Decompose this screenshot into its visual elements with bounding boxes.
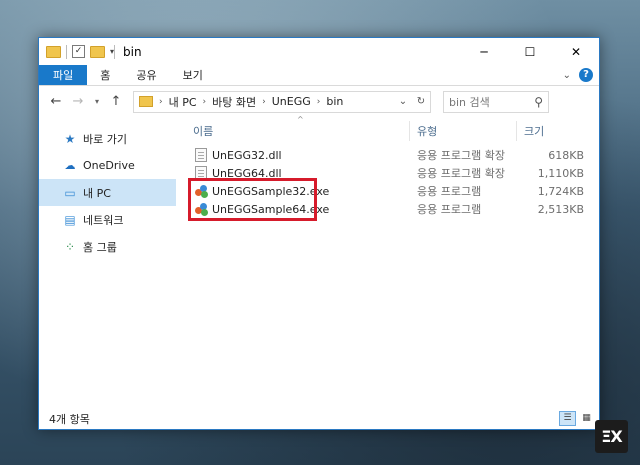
recent-locations-icon[interactable]: ▾ — [91, 97, 103, 106]
dll-icon — [195, 148, 207, 162]
quick-access-toolbar: ✓ ▾ — [39, 44, 114, 59]
network-icon: ▤ — [64, 212, 76, 227]
toolbar-divider — [66, 44, 67, 59]
expand-ribbon-icon[interactable]: ⌄ — [563, 70, 571, 81]
address-actions: ⌄ ↻ — [394, 92, 430, 112]
pc-icon: ▭ — [64, 185, 76, 200]
sidebar-item-label: 네트워크 — [83, 213, 124, 227]
column-header-row: ^ 이름 유형 크기 — [179, 115, 599, 143]
sidebar-item-homegroup[interactable]: ⁘ 홈 그룹 — [39, 233, 179, 260]
properties-icon[interactable]: ✓ — [72, 45, 85, 58]
star-icon: ★ — [64, 131, 76, 146]
column-header-name[interactable]: 이름 — [193, 123, 213, 139]
item-count: 4개 항목 — [49, 412, 90, 426]
search-icon[interactable]: ⚲ — [534, 95, 543, 109]
file-row[interactable]: UnEGG32.dll 응용 프로그램 확장 618KB — [179, 146, 599, 164]
address-bar[interactable]: › 내 PC › 바탕 화면 › UnEGG › bin ⌄ ↻ — [133, 90, 431, 113]
file-size: 2,513KB — [537, 202, 584, 216]
column-divider[interactable] — [409, 121, 410, 141]
homegroup-icon: ⁘ — [64, 239, 76, 254]
file-size: 618KB — [548, 148, 584, 162]
title-bar: ✓ ▾ bin ─ ☐ ✕ — [39, 38, 599, 65]
window-title: bin — [123, 44, 142, 59]
chevron-right-icon[interactable]: › — [317, 97, 321, 107]
chevron-right-icon[interactable]: › — [203, 97, 207, 107]
details-view-icon[interactable]: ☰ — [559, 411, 576, 426]
sidebar-item-quick-access[interactable]: ★ 바로 가기 — [39, 125, 179, 152]
breadcrumb-desktop[interactable]: 바탕 화면 — [212, 94, 256, 110]
address-folder-icon — [139, 96, 153, 107]
tab-home[interactable]: 홈 — [87, 65, 123, 85]
file-size: 1,110KB — [537, 166, 584, 180]
address-dropdown-icon[interactable]: ⌄ — [394, 96, 412, 107]
forward-button[interactable]: → — [69, 94, 87, 109]
chevron-right-icon[interactable]: › — [262, 97, 266, 107]
column-divider[interactable] — [516, 121, 517, 141]
breadcrumb-bin[interactable]: bin — [326, 95, 343, 108]
refresh-icon[interactable]: ↻ — [412, 96, 430, 107]
search-input[interactable]: bin 검색 ⚲ — [443, 90, 549, 113]
column-header-type[interactable]: 유형 — [417, 123, 437, 139]
title-divider — [114, 44, 116, 59]
sidebar-item-label: 내 PC — [83, 186, 111, 200]
chevron-right-icon[interactable]: › — [159, 97, 163, 107]
content-area: ★ 바로 가기 ☁ OneDrive ▭ 내 PC ▤ 네트워크 ⁘ 홈 그룹 — [39, 115, 599, 408]
sidebar-item-this-pc[interactable]: ▭ 내 PC — [39, 179, 176, 206]
large-icons-view-icon[interactable]: ▦ — [578, 411, 595, 426]
file-type: 응용 프로그램 — [417, 185, 482, 198]
file-type: 응용 프로그램 — [417, 203, 482, 216]
folder-icon — [46, 45, 61, 58]
status-bar: 4개 항목 ☰ ▦ — [39, 408, 599, 429]
sidebar-item-label: 홈 그룹 — [83, 240, 117, 254]
watermark-logo: ΞX — [595, 420, 628, 453]
cloud-icon: ☁ — [64, 159, 76, 172]
window-controls: ─ ☐ ✕ — [461, 38, 599, 65]
ribbon-tabs: 파일 홈 공유 보기 ⌄ ? — [39, 65, 599, 86]
close-button[interactable]: ✕ — [553, 38, 599, 65]
sidebar-item-label: OneDrive — [83, 159, 135, 172]
sidebar-item-label: 바로 가기 — [83, 132, 127, 146]
file-type: 응용 프로그램 확장 — [417, 149, 505, 162]
new-folder-icon[interactable] — [90, 45, 105, 58]
breadcrumb-unegg[interactable]: UnEGG — [272, 95, 311, 108]
tab-share[interactable]: 공유 — [123, 65, 169, 85]
sidebar-item-network[interactable]: ▤ 네트워크 — [39, 206, 179, 233]
file-name: UnEGG32.dll — [212, 148, 282, 162]
navigation-bar: ← → ▾ ↑ › 내 PC › 바탕 화면 › UnEGG › bin ⌄ ↻… — [39, 86, 599, 117]
tab-view[interactable]: 보기 — [170, 65, 216, 85]
file-type: 응용 프로그램 확장 — [417, 167, 505, 180]
highlight-box — [188, 178, 317, 221]
explorer-window: ✓ ▾ bin ─ ☐ ✕ 파일 홈 공유 보기 ⌄ ? ← → ▾ ↑ › 내… — [38, 37, 600, 430]
sidebar-item-onedrive[interactable]: ☁ OneDrive — [39, 152, 179, 179]
file-size: 1,724KB — [537, 184, 584, 198]
back-button[interactable]: ← — [47, 94, 65, 109]
up-button[interactable]: ↑ — [107, 94, 125, 109]
navigation-pane: ★ 바로 가기 ☁ OneDrive ▭ 내 PC ▤ 네트워크 ⁘ 홈 그룹 — [39, 118, 179, 408]
breadcrumb-this-pc[interactable]: 내 PC — [169, 94, 197, 110]
file-list: ^ 이름 유형 크기 UnEGG32.dll 응용 프로그램 확장 618KB … — [179, 115, 599, 408]
view-switcher: ☰ ▦ — [559, 411, 595, 426]
help-icon[interactable]: ? — [579, 68, 593, 82]
maximize-button[interactable]: ☐ — [507, 38, 553, 65]
ribbon-right-controls: ⌄ ? — [563, 68, 593, 82]
column-header-size[interactable]: 크기 — [524, 123, 544, 139]
search-placeholder: bin 검색 — [449, 95, 490, 109]
minimize-button[interactable]: ─ — [461, 38, 507, 65]
sort-ascending-icon: ^ — [297, 115, 304, 124]
tab-file[interactable]: 파일 — [39, 65, 88, 85]
